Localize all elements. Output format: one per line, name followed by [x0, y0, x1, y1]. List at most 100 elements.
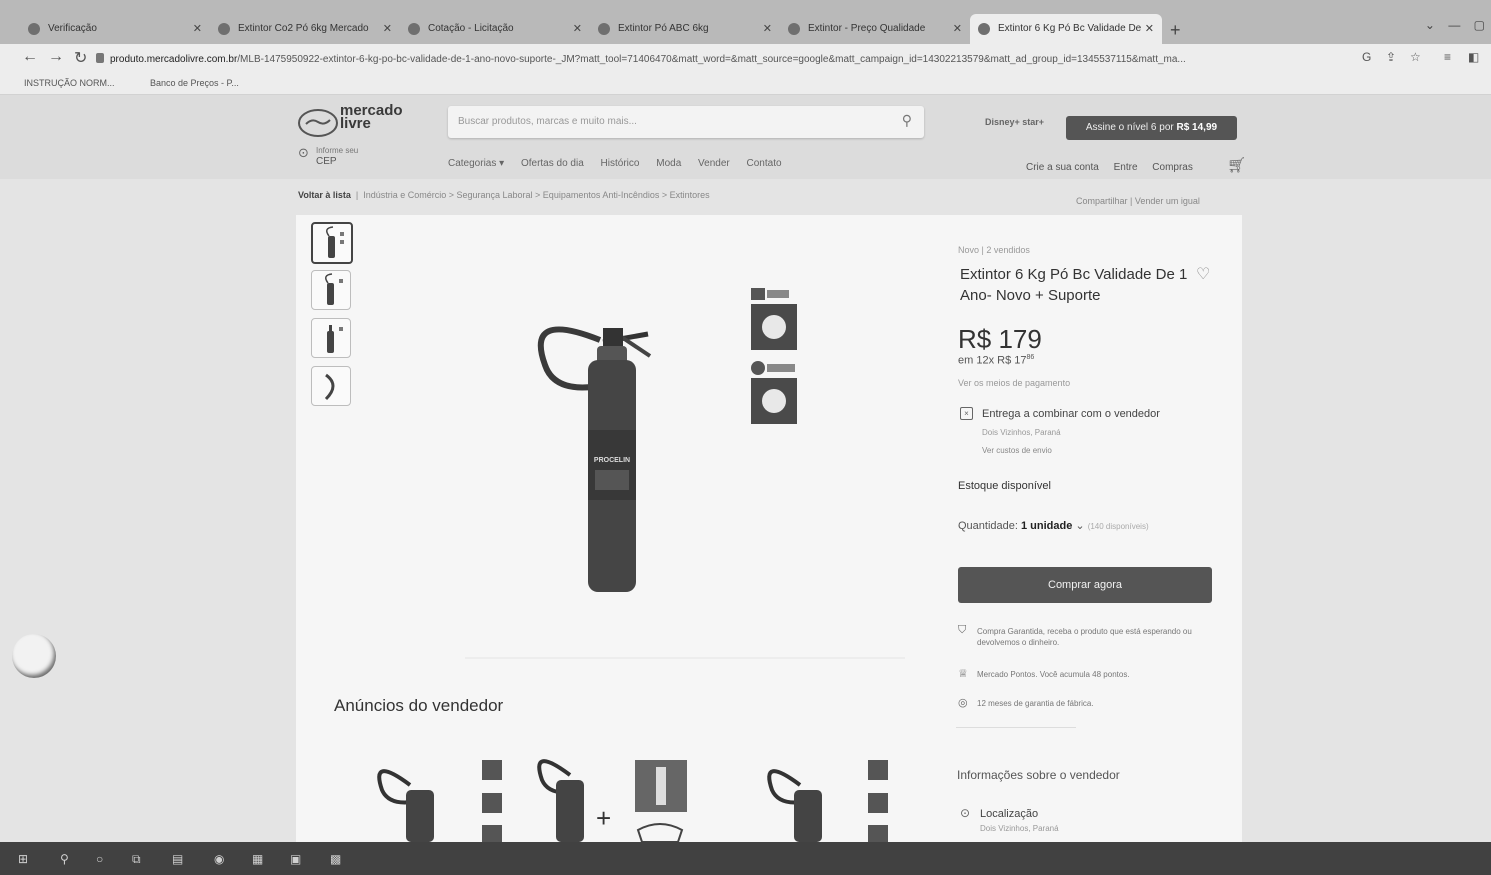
windows-taskbar: ⊞ ⚲ ○ ⧉ ▤ ◉ ▦ ▣ ▩	[0, 842, 1491, 875]
close-icon[interactable]: ✕	[1145, 14, 1154, 44]
sidebar-icon[interactable]: ◧	[1468, 50, 1479, 64]
cylinder-brand-label: PROCELIN	[594, 457, 630, 464]
reload-icon[interactable]: ↻	[74, 48, 87, 68]
menu-item-ofertas[interactable]: Ofertas do dia	[521, 158, 584, 169]
close-icon[interactable]: ✕	[763, 14, 772, 44]
tab-favicon-icon	[598, 23, 610, 35]
cortana-icon[interactable]: ○	[96, 852, 103, 866]
new-tab-button[interactable]: +	[1170, 20, 1181, 41]
seller-ads-carousel[interactable]: +	[370, 745, 890, 842]
back-icon[interactable]: ←	[22, 48, 38, 66]
browser-tab[interactable]: Extintor Pó ABC 6kg ✕	[590, 14, 780, 44]
menu-item-historico[interactable]: Histórico	[601, 158, 640, 169]
search-box[interactable]: Buscar produtos, marcas e muito mais... …	[448, 106, 924, 138]
browser-tab[interactable]: Cotação - Licitação ✕	[400, 14, 590, 44]
logo-text[interactable]: mercado livre	[340, 103, 403, 131]
benefit-warranty: 12 meses de garantia de fábrica.	[977, 699, 1094, 708]
svg-text:+: +	[596, 803, 611, 833]
installments: em 12x R$ 1786	[958, 354, 1034, 367]
close-icon[interactable]: ✕	[193, 14, 202, 44]
task-view-icon[interactable]: ⧉	[132, 852, 141, 867]
windows-start-icon[interactable]: ⊞	[18, 852, 28, 866]
extinguisher-thumb-icon	[327, 325, 343, 353]
cep-value[interactable]: CEP	[316, 156, 337, 167]
product-main-image[interactable]: PROCELIN	[445, 270, 915, 660]
tab-favicon-icon	[788, 23, 800, 35]
close-icon[interactable]: ✕	[383, 14, 392, 44]
extinguisher-thumb-icon	[326, 226, 344, 258]
menu-item-contato[interactable]: Contato	[747, 158, 782, 169]
excel-icon[interactable]: ▦	[252, 852, 263, 866]
product-condition: Novo | 2 vendidos	[958, 245, 1030, 255]
breadcrumb-path[interactable]: Indústria e Comércio > Segurança Laboral…	[363, 190, 709, 200]
hose-thumb-icon	[324, 373, 335, 401]
quantity-value: 1 unidade	[1021, 520, 1073, 532]
buy-now-button[interactable]: Comprar agora	[958, 567, 1212, 603]
browser-tab[interactable]: Extintor - Preço Qualidade ✕	[780, 14, 970, 44]
product-thumbnail[interactable]	[311, 222, 353, 264]
benefit-points[interactable]: Mercado Pontos. Você acumula 48 pontos.	[977, 669, 1212, 680]
search-input[interactable]: Buscar produtos, marcas e muito mais...	[458, 116, 637, 127]
tab-favicon-icon	[218, 23, 230, 35]
back-to-list-link[interactable]: Voltar à lista	[298, 190, 351, 200]
menu-item-categorias[interactable]: Categorias ▾	[448, 158, 504, 169]
tab-label: Extintor 6 Kg Pó Bc Validade De	[998, 23, 1142, 34]
product-thumbnail[interactable]	[311, 270, 351, 310]
lock-icon[interactable]	[96, 53, 104, 63]
location-pin-icon[interactable]: ⊙	[298, 145, 309, 161]
share-sell-links[interactable]: Compartilhar | Vender um igual	[1076, 196, 1200, 206]
extension-icon[interactable]: ≡	[1444, 50, 1451, 64]
chrome-icon[interactable]: ◉	[214, 852, 224, 866]
ad-item-1	[377, 760, 502, 842]
quantity-selector[interactable]: Quantidade: 1 unidade ⌄ (140 disponíveis…	[958, 519, 1149, 532]
payment-methods-link[interactable]: Ver os meios de pagamento	[958, 378, 1070, 388]
browser-tab[interactable]: Verificação ✕	[20, 14, 210, 44]
product-thumbnail[interactable]	[311, 366, 351, 406]
login-link[interactable]: Entre	[1114, 162, 1138, 173]
ad-item-3	[767, 760, 888, 842]
tab-label: Cotação - Licitação	[428, 23, 514, 34]
cart-icon[interactable]: 🛒︎	[1227, 156, 1246, 174]
url-path: /MLB-1475950922-extintor-6-kg-po-bc-vali…	[237, 54, 1186, 65]
menu-item-vender[interactable]: Vender	[698, 158, 730, 169]
search-icon[interactable]: ⚲	[60, 852, 69, 866]
benefit-guarantee[interactable]: Compra Garantida, receba o produto que e…	[977, 626, 1212, 648]
extinguisher-thumb-icon	[325, 273, 343, 305]
close-icon[interactable]: ✕	[953, 14, 962, 44]
product-price: R$ 179	[958, 324, 1042, 354]
browser-tab-bar: Verificação ✕ Extintor Co2 Pó 6kg Mercad…	[0, 0, 1491, 44]
breadcrumb: Voltar à lista | Indústria e Comércio > …	[298, 190, 710, 200]
star-icon[interactable]: ☆	[1410, 50, 1421, 64]
heart-icon[interactable]: ♡	[1196, 264, 1210, 284]
menu-item-moda[interactable]: Moda	[656, 158, 681, 169]
cep-label[interactable]: Informe seu	[316, 146, 358, 155]
create-account-link[interactable]: Crie a sua conta	[1026, 162, 1099, 173]
tab-favicon-icon	[978, 23, 990, 35]
browser-tab-active[interactable]: Extintor 6 Kg Pó Bc Validade De ✕	[970, 14, 1162, 44]
handshake-shipping-icon: ×	[960, 407, 973, 420]
ad-item-2: +	[537, 759, 687, 842]
window-controls[interactable]: ⌄ — ▢	[1425, 18, 1485, 32]
installments-main: em 12x R$ 17	[958, 354, 1027, 367]
shipping-costs-link[interactable]: Ver custos de envio	[982, 446, 1052, 455]
tab-label: Extintor - Preço Qualidade	[808, 23, 926, 34]
tab-favicon-icon	[28, 23, 40, 35]
close-icon[interactable]: ✕	[573, 14, 582, 44]
installments-cents: 86	[1026, 354, 1035, 361]
search-icon[interactable]: ⚲	[902, 112, 912, 129]
app-icon[interactable]: ▩	[330, 852, 341, 866]
product-thumbnail[interactable]	[311, 318, 351, 358]
url-field[interactable]: produto.mercadolivre.com.br/MLB-14759509…	[110, 50, 1350, 70]
promo-banner-button[interactable]: Assine o nível 6 por R$ 14,99	[1066, 116, 1237, 140]
bookmark-item[interactable]: Banco de Preços - P...	[150, 78, 239, 88]
google-icon[interactable]: G	[1362, 50, 1371, 64]
bookmarks-bar: INSTRUÇÃO NORM... Banco de Preços - P...	[0, 74, 1491, 95]
seller-location-value: Dois Vizinhos, Paraná	[980, 824, 1059, 833]
share-page-icon[interactable]: ⇪	[1386, 50, 1396, 64]
forward-icon[interactable]: →	[48, 48, 64, 66]
bookmark-item[interactable]: INSTRUÇÃO NORM...	[24, 78, 115, 88]
mail-icon[interactable]: ▤	[172, 852, 183, 866]
purchases-link[interactable]: Compras	[1152, 162, 1193, 173]
browser-tab[interactable]: Extintor Co2 Pó 6kg Mercado ✕	[210, 14, 400, 44]
outlook-icon[interactable]: ▣	[290, 852, 301, 866]
